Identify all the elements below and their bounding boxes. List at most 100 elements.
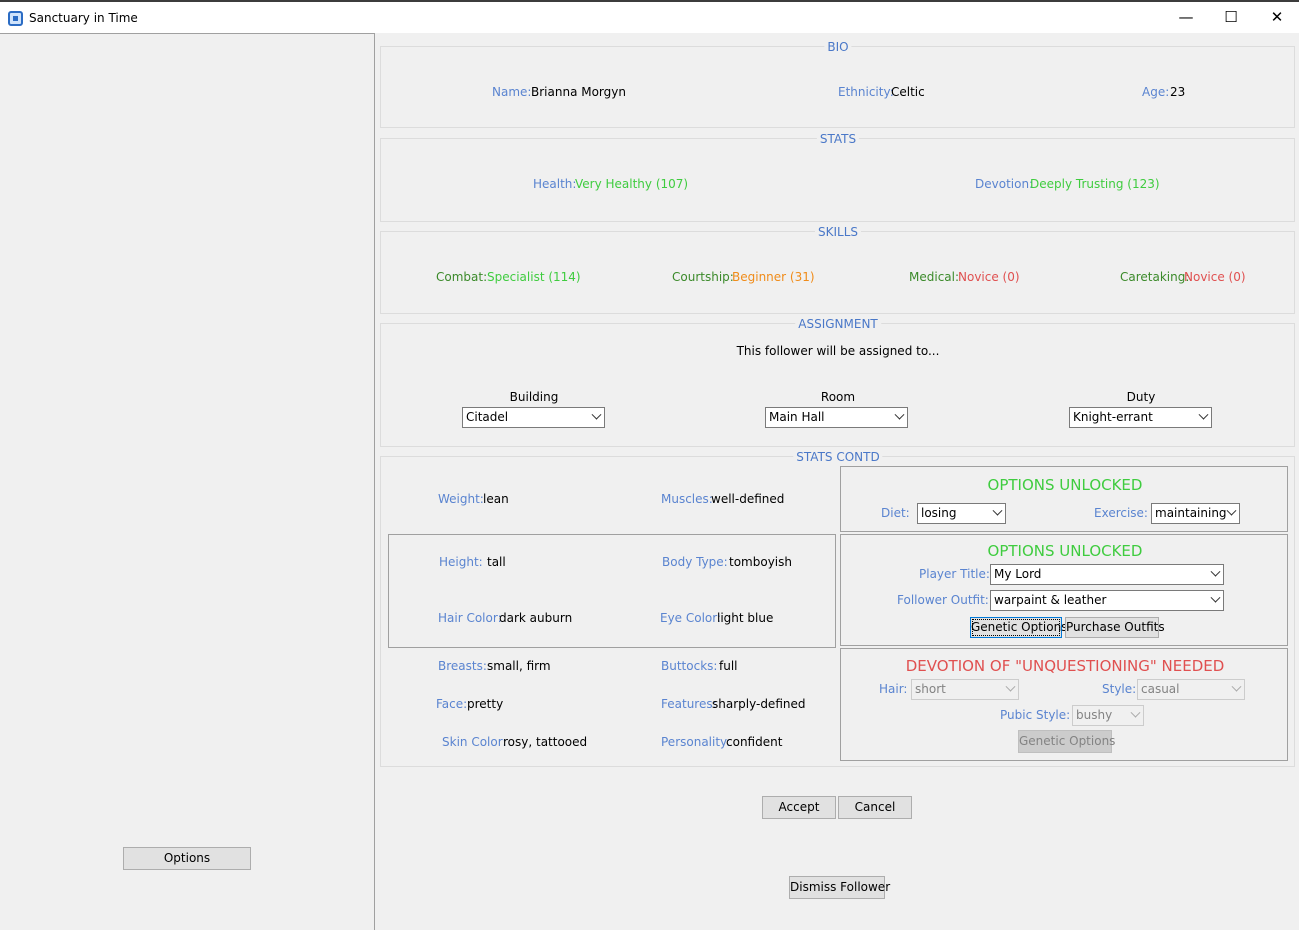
follower-outfit-label: Follower Outfit:: [897, 593, 989, 607]
name-value: Brianna Morgyn: [531, 85, 626, 99]
bio-legend: BIO: [824, 40, 852, 54]
features-label: Features:: [661, 697, 717, 711]
follower-outfit-select[interactable]: warpaint & leather: [990, 590, 1224, 611]
stats-contd-group: STATS CONTD Weight: lean Muscles: well-d…: [380, 450, 1295, 767]
window-title: Sanctuary in Time: [29, 11, 138, 25]
assignment-legend: ASSIGNMENT: [795, 317, 881, 331]
eyecolor-value: light blue: [717, 611, 774, 625]
stats-group: STATS Health: Very Healthy (107) Devotio…: [380, 132, 1295, 222]
close-button[interactable]: ✕: [1254, 2, 1299, 33]
left-panel: Options: [0, 33, 375, 930]
accept-button[interactable]: Accept: [762, 796, 836, 819]
dismiss-follower-button[interactable]: Dismiss Follower: [789, 876, 890, 899]
age-value: 23: [1170, 85, 1186, 99]
panel1-headline: OPTIONS UNLOCKED: [987, 476, 1143, 494]
skills-group: SKILLS Combat: Specialist (114) Courtshi…: [380, 225, 1295, 314]
room-select[interactable]: Main Hall: [765, 407, 908, 428]
height-value: tall: [487, 555, 506, 569]
genetic-options-disabled-button[interactable]: Genetic Options: [1018, 730, 1115, 753]
pubic-style-label: Pubic Style:: [1000, 708, 1071, 722]
options-button[interactable]: Options: [123, 847, 251, 870]
name-label: Name:: [492, 85, 532, 99]
eyecolor-label: Eye Color:: [660, 611, 722, 625]
health-label: Health:: [533, 177, 577, 191]
ethnicity-label: Ethnicity:: [838, 85, 894, 99]
hair-select[interactable]: short: [911, 679, 1019, 700]
title-bar[interactable]: Sanctuary in Time — ☐ ✕: [0, 0, 1299, 33]
haircolor-label: Hair Color:: [438, 611, 502, 625]
height-label: Height:: [439, 555, 483, 569]
chevron-down-icon: [1210, 566, 1221, 577]
exercise-select[interactable]: maintaining: [1151, 503, 1240, 524]
hair-label: Hair:: [879, 682, 908, 696]
weight-value: lean: [483, 492, 509, 506]
room-label: Room: [820, 390, 856, 404]
maximize-button[interactable]: ☐: [1208, 2, 1254, 33]
combat-value: Specialist (114): [487, 270, 581, 284]
assignment-group: ASSIGNMENT This follower will be assigne…: [380, 317, 1295, 447]
outfit-panel: OPTIONS UNLOCKED Player Title: My Lord F…: [840, 534, 1288, 646]
assignment-intro: This follower will be assigned to...: [736, 344, 940, 358]
bodytype-value: tomboyish: [729, 555, 792, 569]
skincolor-label: Skin Color:: [442, 735, 507, 749]
duty-label: Duty: [1126, 390, 1156, 404]
chevron-down-icon: [1130, 707, 1141, 718]
cancel-button[interactable]: Cancel: [838, 796, 912, 819]
app-icon: [8, 11, 23, 26]
chevron-down-icon: [1005, 681, 1016, 692]
duty-select[interactable]: Knight-errant: [1069, 407, 1212, 428]
medical-label: Medical:: [909, 270, 960, 284]
skincolor-value: rosy, tattooed: [503, 735, 588, 749]
muscles-value: well-defined: [711, 492, 785, 506]
health-value: Very Healthy (107): [575, 177, 689, 191]
haircolor-value: dark auburn: [499, 611, 573, 625]
personality-label: Personality:: [661, 735, 731, 749]
courtship-label: Courtship:: [672, 270, 734, 284]
breasts-value: small, firm: [487, 659, 551, 673]
purchase-outfits-button[interactable]: Purchase Outfits: [1065, 617, 1165, 638]
personality-value: confident: [726, 735, 783, 749]
buttocks-value: full: [719, 659, 738, 673]
stats-contd-legend: STATS CONTD: [793, 450, 883, 464]
style-select[interactable]: casual: [1137, 679, 1245, 700]
devotion-value: Deeply Trusting (123): [1030, 177, 1160, 191]
face-label: Face:: [436, 697, 468, 711]
minimize-button[interactable]: —: [1163, 2, 1209, 33]
building-label: Building: [509, 390, 559, 404]
chevron-down-icon: [1231, 681, 1242, 692]
combat-label: Combat:: [436, 270, 488, 284]
devotion-label: Devotion:: [975, 177, 1034, 191]
genetics-panel: DEVOTION OF "UNQUESTIONING" NEEDED Hair:…: [840, 648, 1288, 761]
buttocks-label: Buttocks:: [661, 659, 718, 673]
panel3-headline: DEVOTION OF "UNQUESTIONING" NEEDED: [905, 657, 1225, 675]
bodytype-label: Body Type:: [662, 555, 728, 569]
courtship-value: Beginner (31): [732, 270, 815, 284]
age-label: Age:: [1142, 85, 1170, 99]
chevron-down-icon: [1198, 409, 1209, 420]
building-select[interactable]: Citadel: [462, 407, 605, 428]
chevron-down-icon: [1226, 505, 1237, 516]
player-title-select[interactable]: My Lord: [990, 564, 1224, 585]
breasts-label: Breasts:: [438, 659, 487, 673]
skills-legend: SKILLS: [814, 225, 862, 239]
ethnicity-value: Celtic: [891, 85, 925, 99]
chevron-down-icon: [894, 409, 905, 420]
pubic-style-select[interactable]: bushy: [1072, 705, 1144, 726]
features-value: sharply-defined: [712, 697, 806, 711]
diet-panel: OPTIONS UNLOCKED Diet: losing Exercise: …: [840, 466, 1288, 532]
muscles-label: Muscles:: [661, 492, 713, 506]
caretaking-value: Novice (0): [1184, 270, 1246, 284]
style-label: Style:: [1102, 682, 1137, 696]
caretaking-label: Caretaking:: [1120, 270, 1190, 284]
diet-select[interactable]: losing: [917, 503, 1006, 524]
exercise-label: Exercise:: [1094, 506, 1148, 520]
bio-group: BIO Name: Brianna Morgyn Ethnicity: Celt…: [380, 40, 1295, 128]
stats-legend: STATS: [816, 132, 860, 146]
chevron-down-icon: [591, 409, 602, 420]
panel2-headline: OPTIONS UNLOCKED: [987, 542, 1143, 560]
genetic-options-button[interactable]: Genetic Options: [970, 617, 1067, 638]
body-box: Height: tall Body Type: tomboyish Hair C…: [388, 534, 836, 648]
diet-label: Diet:: [881, 506, 910, 520]
player-title-label: Player Title:: [919, 567, 990, 581]
medical-value: Novice (0): [958, 270, 1020, 284]
